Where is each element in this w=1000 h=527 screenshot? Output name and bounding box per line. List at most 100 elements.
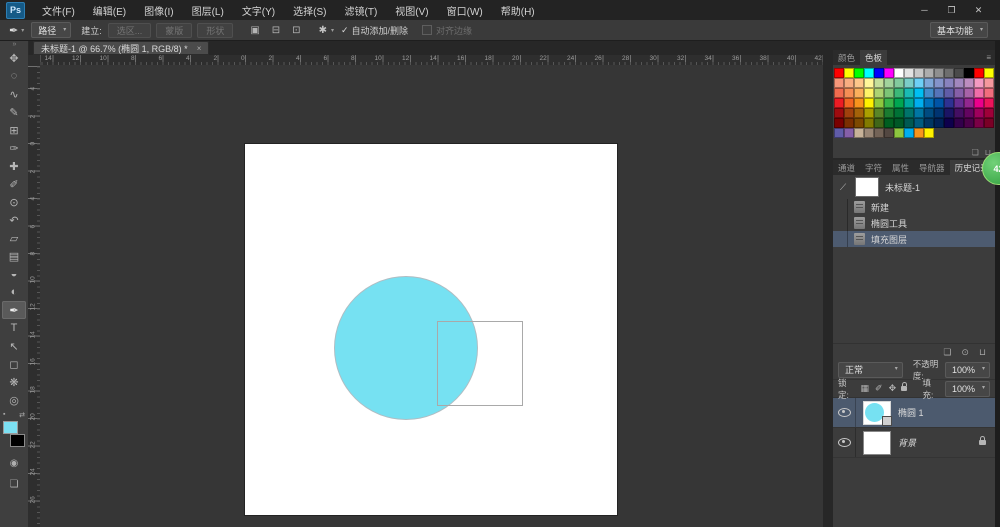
make-button-1[interactable]: 蒙版: [156, 23, 192, 38]
screen-mode-icon[interactable]: ❏: [10, 479, 19, 490]
color-swatch[interactable]: [884, 88, 894, 98]
type-tool[interactable]: T: [2, 319, 26, 337]
eye-icon[interactable]: [838, 408, 851, 417]
color-swatch[interactable]: [884, 128, 894, 138]
color-swatch[interactable]: [874, 98, 884, 108]
minimize-button[interactable]: ─: [911, 5, 938, 16]
zoom-tool[interactable]: ◎: [2, 391, 26, 409]
color-swatch[interactable]: [964, 88, 974, 98]
color-swatch[interactable]: [874, 68, 884, 78]
color-swatch[interactable]: [864, 98, 874, 108]
toolbar-collapse-icon[interactable]: »: [13, 41, 16, 49]
lock-paint-icon[interactable]: ✐: [875, 383, 883, 394]
color-swatch[interactable]: [844, 98, 854, 108]
new-snapshot-icon[interactable]: ⊙: [961, 347, 969, 358]
blur-tool[interactable]: ◒: [2, 265, 26, 283]
color-swatch[interactable]: [854, 98, 864, 108]
menubar-item-7[interactable]: 视图(V): [386, 0, 437, 20]
color-swatch[interactable]: [944, 78, 954, 88]
history-state-row[interactable]: 新建: [833, 199, 995, 215]
tool-mode-select[interactable]: 路径 ▾: [31, 22, 71, 38]
color-swatch[interactable]: [974, 108, 984, 118]
color-swatch[interactable]: [844, 108, 854, 118]
marquee-tool[interactable]: ◌: [2, 67, 26, 85]
color-swatch[interactable]: [934, 88, 944, 98]
color-swatch[interactable]: [914, 118, 924, 128]
color-swatch[interactable]: [904, 108, 914, 118]
quick-mask-icon[interactable]: ◉: [10, 458, 19, 469]
path-arrange-icon[interactable]: ⊡: [292, 25, 300, 36]
make-button-2[interactable]: 形状: [197, 23, 233, 38]
color-swatch[interactable]: [964, 68, 974, 78]
color-swatch[interactable]: [834, 78, 844, 88]
color-swatch[interactable]: [924, 78, 934, 88]
color-swatch[interactable]: [944, 98, 954, 108]
color-swatch[interactable]: [894, 78, 904, 88]
auto-add-checkbox[interactable]: ✓: [341, 25, 349, 36]
color-swatch[interactable]: [924, 88, 934, 98]
color-swatch[interactable]: [864, 108, 874, 118]
color-swatch[interactable]: [874, 88, 884, 98]
color-swatch[interactable]: [904, 128, 914, 138]
workspace-select[interactable]: 基本功能 ▾: [930, 22, 988, 38]
color-swatch[interactable]: [954, 88, 964, 98]
menubar-item-5[interactable]: 选择(S): [284, 0, 335, 20]
dodge-tool[interactable]: ◐: [2, 283, 26, 301]
color-swatch[interactable]: [904, 98, 914, 108]
color-swatch[interactable]: [854, 78, 864, 88]
color-swatch[interactable]: [914, 88, 924, 98]
history-brush-checkbox[interactable]: [833, 199, 848, 215]
color-swatch[interactable]: [894, 98, 904, 108]
color-swatch[interactable]: [864, 128, 874, 138]
rectangle-path-outline[interactable]: [437, 321, 523, 406]
tab-字符[interactable]: 字符: [860, 160, 887, 175]
color-swatch[interactable]: [864, 88, 874, 98]
color-swatch[interactable]: [864, 78, 874, 88]
color-swatch[interactable]: [934, 98, 944, 108]
color-swatch[interactable]: [914, 78, 924, 88]
visibility-cell[interactable]: [833, 428, 856, 457]
menubar-item-2[interactable]: 图像(I): [135, 0, 182, 20]
color-swatch[interactable]: [974, 98, 984, 108]
path-selection-tool[interactable]: ↖: [2, 337, 26, 355]
color-swatch[interactable]: [944, 108, 954, 118]
color-swatch[interactable]: [914, 68, 924, 78]
color-swatch[interactable]: [894, 128, 904, 138]
tab-导航器[interactable]: 导航器: [914, 160, 950, 175]
color-swatch[interactable]: [954, 118, 964, 128]
opacity-select[interactable]: 100% ▾: [945, 362, 990, 378]
color-swatch[interactable]: [944, 88, 954, 98]
menubar-item-0[interactable]: 文件(F): [33, 0, 84, 20]
quick-selection-tool[interactable]: ✎: [2, 103, 26, 121]
color-swatch[interactable]: [924, 98, 934, 108]
color-swatch[interactable]: [874, 128, 884, 138]
color-swatch[interactable]: [884, 98, 894, 108]
layer-row[interactable]: 背景: [833, 428, 995, 458]
background-color-swatch[interactable]: [10, 434, 25, 447]
lock-all-icon[interactable]: [901, 386, 907, 391]
color-swatch[interactable]: [844, 68, 854, 78]
color-swatch[interactable]: [854, 88, 864, 98]
shape-tool[interactable]: ◻: [2, 355, 26, 373]
lock-transparency-icon[interactable]: ▦: [861, 383, 870, 394]
color-swatch[interactable]: [854, 108, 864, 118]
color-swatch[interactable]: [864, 68, 874, 78]
color-swatch[interactable]: [884, 78, 894, 88]
color-swatch[interactable]: [834, 118, 844, 128]
color-swatch[interactable]: [984, 78, 994, 88]
fill-select[interactable]: 100% ▾: [945, 381, 990, 397]
color-swatch[interactable]: [964, 118, 974, 128]
clone-stamp-tool[interactable]: ⊙: [2, 193, 26, 211]
tab-属性[interactable]: 属性: [887, 160, 914, 175]
history-brush-source-icon[interactable]: ⟋: [837, 182, 849, 193]
color-swatch[interactable]: [974, 68, 984, 78]
color-swatch[interactable]: [854, 68, 864, 78]
color-swatch[interactable]: [894, 118, 904, 128]
color-swatch[interactable]: [844, 78, 854, 88]
path-operations-icon[interactable]: ▣: [250, 25, 259, 36]
color-swatch[interactable]: [894, 88, 904, 98]
color-swatch[interactable]: [934, 108, 944, 118]
swap-colors-icon[interactable]: ⇄: [19, 411, 25, 419]
color-swatch[interactable]: [894, 108, 904, 118]
new-document-from-state-icon[interactable]: ❏: [943, 347, 951, 358]
